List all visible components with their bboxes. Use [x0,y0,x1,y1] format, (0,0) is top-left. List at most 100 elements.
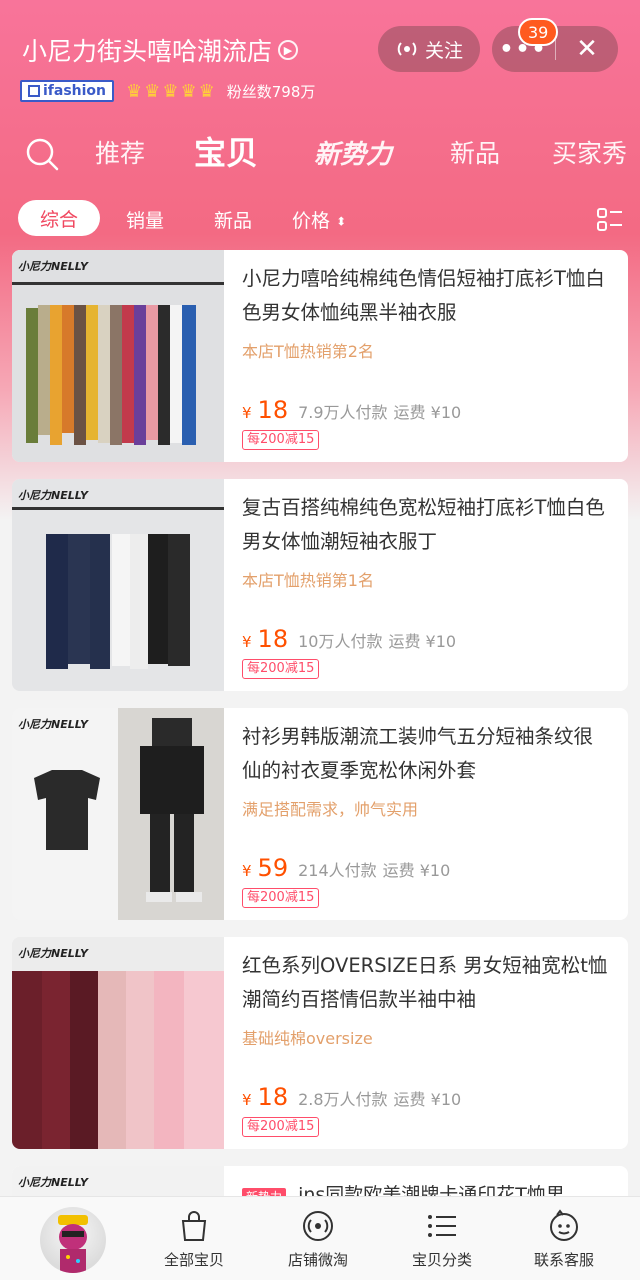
price-row: ¥ 18 2.8万人付款 运费 ¥10 [242,1083,461,1111]
product-price: 18 [257,1083,289,1111]
shop-header: 小尼力街头嘻哈潮流店 ▶ 关注 ••• ✕ 39 ifashion ♛ ♛ ♛ … [0,0,640,250]
bottom-label: 店铺微淘 [287,1251,348,1269]
bottom-customer-service[interactable]: 联系客服 [504,1209,624,1270]
product-tag: 本店T恤热销第1名 [242,571,374,590]
follow-button[interactable]: 关注 [378,26,480,72]
product-title[interactable]: 衬衫男韩版潮流工装帅气五分短袖条纹很仙的衬衣夏季宽松休闲外套 [242,720,612,788]
currency-symbol: ¥ [242,404,252,422]
shipping-fee: 运费 ¥10 [393,1090,462,1109]
tab-items[interactable]: 宝贝 [194,128,258,174]
product-price: 59 [257,854,289,882]
shopping-bag-icon [181,1211,207,1241]
product-list: 小尼力NELLY 小尼力嘻哈纯棉纯色情侣短袖打底衫T恤白色男女体恤纯黑半袖衣服 … [12,250,628,1243]
product-image: 小尼力NELLY [12,937,224,1149]
product-image: 小尼力NELLY [12,250,224,462]
bottom-shop-feed[interactable]: 店铺微淘 [258,1209,378,1270]
follow-label: 关注 [424,39,463,62]
notification-badge: 39 [518,18,559,46]
layout-toggle-icon[interactable] [596,206,624,234]
tab-buyer-show[interactable]: 买家秀 [552,134,627,170]
product-tag: 本店T恤热销第2名 [242,342,374,361]
tshirt-rack-image [12,250,224,462]
shop-name-text: 小尼力街头嘻哈潮流店 [22,37,273,66]
fans-count: 粉丝数798万 [226,82,316,101]
product-info: 复古百搭纯棉纯色宽松短袖打底衫T恤白色男女体恤潮短袖衣服丁 本店T恤热销第1名 … [224,479,628,691]
shop-nav: 推荐 宝贝 新势力 新品 买家秀 [0,130,640,178]
product-card[interactable]: 小尼力NELLY 衬衫男韩版潮流工装帅气五分短袖条纹很仙的衬衣夏季宽松休闲外套 … [12,708,628,920]
follow-signal-icon [397,42,417,56]
product-image: 小尼力NELLY [12,479,224,691]
paid-count: 2.8万人付款 [298,1090,388,1109]
bottom-all-items[interactable]: 全部宝贝 [134,1209,254,1270]
product-price: 18 [257,625,289,653]
tab-new-arrivals[interactable]: 新品 [450,134,500,170]
crown-icon: ♛ [162,80,179,102]
crown-icon: ♛ [180,80,197,102]
coupon-badge: 每200减15 [242,659,320,679]
price-row: ¥ 18 10万人付款 运费 ¥10 [242,625,456,653]
shipping-fee: 运费 ¥10 [388,632,457,651]
product-title[interactable]: 小尼力嘻哈纯棉纯色情侣短袖打底衫T恤白色男女体恤纯黑半袖衣服 [242,262,612,330]
filter-new[interactable]: 新品 [214,206,252,233]
tab-new-force[interactable]: 新势力 [314,134,392,171]
bottom-label: 联系客服 [533,1251,594,1269]
bottom-label: 宝贝分类 [411,1251,472,1269]
brand-logo: 小尼力NELLY [18,489,88,502]
paid-count: 7.9万人付款 [298,403,388,422]
coupon-badge: 每200减15 [242,888,320,908]
bottom-label: 全部宝贝 [163,1251,224,1269]
paid-count: 214人付款 [298,861,377,880]
shipping-fee: 运费 ¥10 [393,403,462,422]
currency-symbol: ¥ [242,862,252,880]
product-image: 小尼力NELLY [12,708,224,920]
product-price: 18 [257,396,289,424]
product-card[interactable]: 小尼力NELLY 复古百搭纯棉纯色宽松短袖打底衫T恤白色男女体恤潮短袖衣服丁 本… [12,479,628,691]
product-tag: 满足搭配需求，帅气实用 [242,800,419,819]
crown-icon: ♛ [126,80,143,102]
tab-recommend[interactable]: 推荐 [95,134,145,170]
list-icon [428,1215,456,1237]
brand-logo: 小尼力NELLY [18,718,88,731]
shop-name[interactable]: 小尼力街头嘻哈潮流店 ▶ [22,32,299,68]
bottom-bar: 全部宝贝 店铺微淘 宝贝分类 联系客服 [0,1196,640,1280]
product-title[interactable]: 复古百搭纯棉纯色宽松短袖打底衫T恤白色男女体恤潮短袖衣服丁 [242,491,612,559]
coupon-badge: 每200减15 [242,1117,320,1137]
product-card[interactable]: 小尼力NELLY 红色系列OVERSIZE日系 男女短袖宽松t恤潮简约百搭情侣款… [12,937,628,1149]
product-title[interactable]: 红色系列OVERSIZE日系 男女短袖宽松t恤潮简约百搭情侣款半袖中袖 [242,949,612,1017]
currency-symbol: ¥ [242,633,252,651]
product-info: 衬衫男韩版潮流工装帅气五分短袖条纹很仙的衬衣夏季宽松休闲外套 满足搭配需求，帅气… [224,708,628,920]
crown-icon: ♛ [144,80,161,102]
bottom-categories[interactable]: 宝贝分类 [382,1209,502,1270]
chevron-right-icon: ▶ [278,40,299,60]
tshirt-rack-image [12,479,224,691]
filter-comprehensive[interactable]: 综合 [18,200,100,236]
product-info: 小尼力嘻哈纯棉纯色情侣短袖打底衫T恤白色男女体恤纯黑半袖衣服 本店T恤热销第2名… [224,250,628,462]
shirt-outfit-image [12,708,224,920]
filter-price[interactable]: 价格 ⬍ [292,206,346,233]
shop-mascot-icon [58,1215,88,1273]
search-icon[interactable] [24,136,60,172]
coupon-badge: 每200减15 [242,430,320,450]
shop-rating-crowns: ♛ ♛ ♛ ♛ ♛ [126,81,215,102]
broadcast-icon [303,1211,333,1241]
tshirt-rack-image [12,937,224,1149]
price-row: ¥ 59 214人付款 运费 ¥10 [242,854,450,882]
sort-filters: 综合 销量 新品 价格 ⬍ [0,200,640,240]
close-icon[interactable]: ✕ [556,34,618,64]
brand-logo: 小尼力NELLY [18,260,88,273]
price-row: ¥ 18 7.9万人付款 运费 ¥10 [242,396,461,424]
shipping-fee: 运费 ¥10 [382,861,451,880]
brand-logo: 小尼力NELLY [18,947,88,960]
product-card[interactable]: 小尼力NELLY 小尼力嘻哈纯棉纯色情侣短袖打底衫T恤白色男女体恤纯黑半袖衣服 … [12,250,628,462]
filter-price-label: 价格 [292,210,331,232]
ifashion-logo-icon [28,85,40,97]
paid-count: 10万人付款 [298,632,383,651]
brand-logo: 小尼力NELLY [18,1176,88,1189]
crown-icon: ♛ [198,80,215,102]
product-tag: 基础纯棉oversize [242,1029,373,1048]
sort-arrows-icon: ⬍ [336,214,347,229]
product-info: 红色系列OVERSIZE日系 男女短袖宽松t恤潮简约百搭情侣款半袖中袖 基础纯棉… [224,937,628,1149]
ifashion-badge: ifashion [20,80,115,102]
shop-avatar[interactable] [40,1207,106,1273]
filter-sales[interactable]: 销量 [126,206,164,233]
